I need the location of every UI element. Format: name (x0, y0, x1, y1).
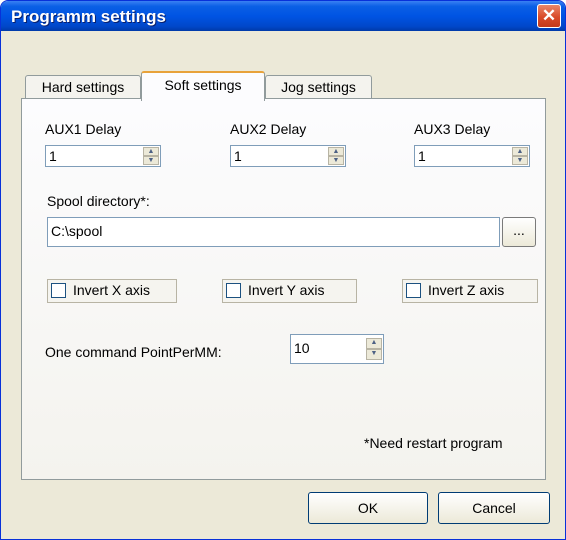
aux1-delay-value[interactable]: 1 (49, 148, 57, 164)
spool-directory-label: Spool directory*: (47, 193, 150, 209)
point-per-mm-label: One command PointPerMM: (45, 344, 222, 360)
tab-jog-settings[interactable]: Jog settings (265, 75, 372, 99)
checkbox-icon[interactable] (226, 283, 241, 298)
title-bar[interactable]: Programm settings ✕ (1, 1, 565, 31)
invert-z-checkbox[interactable]: Invert Z axis (402, 279, 538, 303)
spool-directory-input[interactable]: C:\spool (47, 217, 500, 247)
point-per-mm-spin-buttons[interactable]: ▲ ▼ (366, 338, 382, 360)
cancel-button[interactable]: Cancel (438, 492, 550, 524)
spin-up-icon[interactable]: ▲ (512, 147, 528, 156)
ok-button[interactable]: OK (308, 492, 428, 524)
aux3-delay-value[interactable]: 1 (418, 148, 426, 164)
invert-x-checkbox[interactable]: Invert X axis (47, 279, 177, 303)
soft-settings-panel: AUX1 Delay 1 ▲ ▼ AUX2 Delay 1 ▲ ▼ AUX3 D… (21, 98, 546, 480)
tab-hard-settings[interactable]: Hard settings (25, 75, 141, 99)
checkbox-icon[interactable] (406, 283, 421, 298)
checkbox-icon[interactable] (51, 283, 66, 298)
point-per-mm-value[interactable]: 10 (294, 340, 310, 356)
invert-z-label[interactable]: Invert Z axis (428, 282, 504, 298)
spin-up-icon[interactable]: ▲ (328, 147, 344, 156)
spin-down-icon[interactable]: ▼ (366, 349, 382, 360)
aux1-spin-buttons[interactable]: ▲ ▼ (143, 147, 159, 165)
close-icon[interactable]: ✕ (537, 4, 561, 28)
settings-dialog: Programm settings ✕ Hard settings Soft s… (0, 0, 566, 540)
invert-x-label[interactable]: Invert X axis (73, 282, 150, 298)
invert-y-label[interactable]: Invert Y axis (248, 282, 325, 298)
spool-directory-value[interactable]: C:\spool (51, 223, 102, 239)
spin-down-icon[interactable]: ▼ (328, 156, 344, 165)
spin-up-icon[interactable]: ▲ (366, 338, 382, 349)
aux2-spin-buttons[interactable]: ▲ ▼ (328, 147, 344, 165)
spin-up-icon[interactable]: ▲ (143, 147, 159, 156)
invert-y-checkbox[interactable]: Invert Y axis (222, 279, 357, 303)
aux1-delay-label: AUX1 Delay (45, 121, 122, 137)
aux1-delay-spinner[interactable]: 1 ▲ ▼ (45, 145, 161, 167)
aux2-delay-label: AUX2 Delay (230, 121, 307, 137)
aux3-spin-buttons[interactable]: ▲ ▼ (512, 147, 528, 165)
aux3-delay-spinner[interactable]: 1 ▲ ▼ (414, 145, 530, 167)
spin-down-icon[interactable]: ▼ (143, 156, 159, 165)
aux2-delay-spinner[interactable]: 1 ▲ ▼ (230, 145, 346, 167)
restart-note: *Need restart program (364, 435, 503, 451)
aux2-delay-value[interactable]: 1 (234, 148, 242, 164)
browse-button[interactable]: ... (502, 217, 536, 247)
spin-down-icon[interactable]: ▼ (512, 156, 528, 165)
aux3-delay-label: AUX3 Delay (414, 121, 491, 137)
tab-soft-settings[interactable]: Soft settings (141, 71, 265, 101)
window-title: Programm settings (11, 7, 166, 26)
point-per-mm-spinner[interactable]: 10 ▲ ▼ (290, 334, 384, 364)
